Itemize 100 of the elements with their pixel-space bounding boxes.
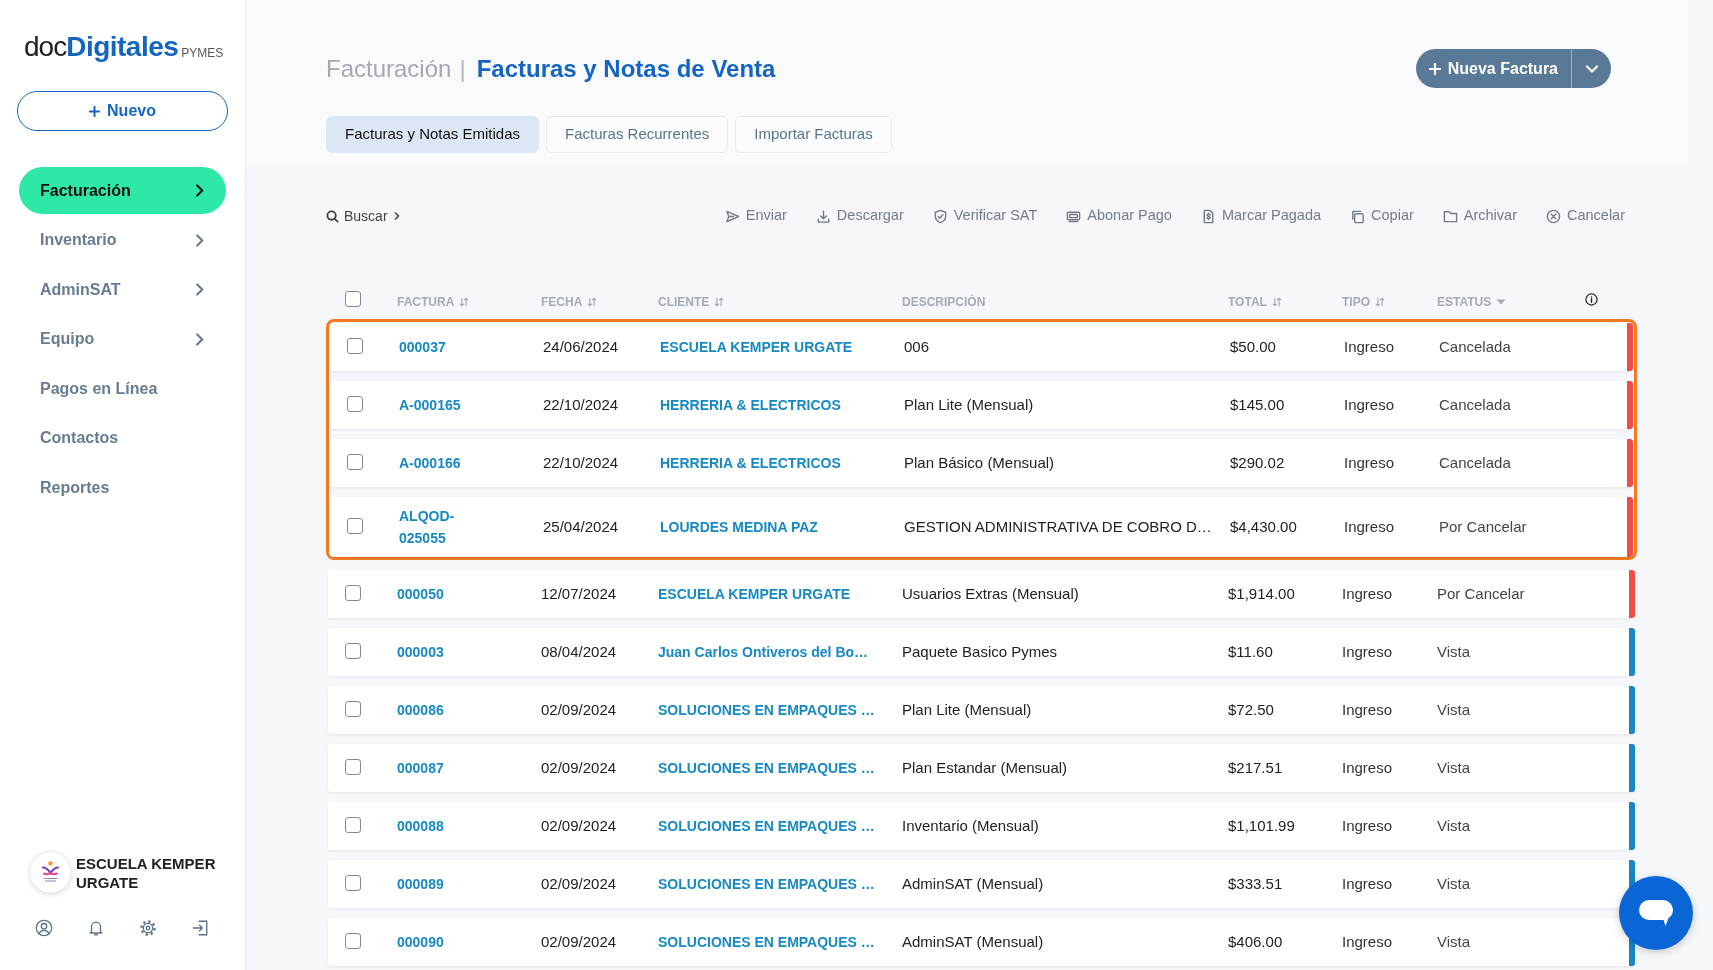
type-cell-text: Ingreso <box>1344 452 1395 473</box>
copy-button[interactable]: Copiar <box>1350 205 1414 227</box>
client-link[interactable]: HERRERIA & ELECTRICOS <box>660 394 841 416</box>
total-cell-text: $11.60 <box>1228 641 1273 662</box>
type-cell-text: Ingreso <box>1342 641 1393 662</box>
table-row[interactable]: 000088 02/09/2024 SOLUCIONES EN EMPAQUES … Inventario (Mensual) $1,101.99 Ingreso Vista <box>328 802 1635 850</box>
table-row[interactable]: A-000165 22/10/2024 HERRERIA & ELECTRICOS Plan Lite (Mensual) $145.00 Ingreso Cancelada <box>330 381 1633 429</box>
select-all-checkbox[interactable] <box>345 291 361 307</box>
description-cell-text: Plan Básico (Mensual) <box>904 452 1055 473</box>
total-cell-text: $145.00 <box>1230 394 1285 415</box>
row-checkbox[interactable] <box>345 701 361 717</box>
download-button[interactable]: Descargar <box>815 205 904 227</box>
tab[interactable]: Facturas Recurrentes <box>546 116 729 153</box>
row-checkbox[interactable] <box>345 759 361 775</box>
client-link[interactable]: LOURDES MEDINA PAZ <box>660 516 818 538</box>
mark-paid-button[interactable]: Marcar Pagada <box>1200 205 1322 227</box>
status-cell-text: Vista <box>1437 757 1471 778</box>
column-header[interactable]: TOTAL <box>1228 293 1282 311</box>
row-checkbox[interactable] <box>345 585 361 601</box>
invoice-link[interactable]: ALQOD-025055 <box>399 505 479 549</box>
bell-icon[interactable] <box>87 919 105 937</box>
type-cell-text: Ingreso <box>1342 583 1393 604</box>
nav-item[interactable]: Facturación <box>19 167 226 214</box>
row-checkbox[interactable] <box>347 338 363 354</box>
invoice-link[interactable]: 000003 <box>397 641 444 663</box>
type-cell-text: Ingreso <box>1342 699 1393 720</box>
client-link[interactable]: SOLUCIONES EN EMPAQUES … <box>658 931 875 953</box>
circle-x-icon <box>1545 208 1561 224</box>
logout-icon[interactable] <box>191 919 209 937</box>
tab[interactable]: Importar Facturas <box>735 116 892 153</box>
archive-button[interactable]: Archivar <box>1442 205 1517 227</box>
row-checkbox[interactable] <box>345 875 361 891</box>
dropdown-button[interactable] <box>1571 49 1611 88</box>
table-row[interactable]: 000050 12/07/2024 ESCUELA KEMPER URGATE Usuarios Extras (Mensual) $1,914.00 Ingreso Por Cancelar <box>328 570 1635 618</box>
type-cell-text: Ingreso <box>1342 757 1393 778</box>
column-header[interactable]: DESCRIPCIÓN <box>902 293 986 311</box>
page-title: Facturas y Notas de Venta <box>476 56 776 81</box>
nav-item[interactable]: Reportes <box>19 464 226 511</box>
column-header[interactable]: TIPO <box>1342 293 1385 311</box>
client-link[interactable]: SOLUCIONES EN EMPAQUES … <box>658 815 875 837</box>
client-link[interactable]: SOLUCIONES EN EMPAQUES … <box>658 699 875 721</box>
type-cell-text: Ingreso <box>1344 394 1395 415</box>
new-button[interactable]: Nuevo <box>17 91 228 131</box>
invoice-link[interactable]: 000090 <box>397 931 444 953</box>
nav-item[interactable]: Contactos <box>19 414 226 462</box>
description-cell-text: AdminSAT (Mensual) <box>902 931 1044 952</box>
info-icon[interactable] <box>1585 292 1598 306</box>
nav-item[interactable]: AdminSAT <box>19 266 226 313</box>
column-header[interactable]: ESTATUS <box>1437 293 1507 311</box>
chat-button[interactable] <box>1619 876 1693 950</box>
client-link[interactable]: ESCUELA KEMPER URGATE <box>660 336 853 358</box>
cancel-button[interactable]: Cancelar <box>1545 205 1625 227</box>
table-row[interactable]: 000037 24/06/2024 ESCUELA KEMPER URGATE 006 $50.00 Ingreso Cancelada <box>330 323 1633 371</box>
total-cell-text: $1,914.00 <box>1228 583 1295 604</box>
invoice-link[interactable]: 000050 <box>397 583 444 605</box>
description-cell-text: Inventario (Mensual) <box>902 815 1039 836</box>
table-row[interactable]: 000003 08/04/2024 Juan Carlos Ontiveros del Bo… Paquete Basico Pymes $11.60 Ingreso Vista <box>328 628 1635 676</box>
invoice-link[interactable]: 000086 <box>397 699 444 721</box>
invoice-link[interactable]: A-000166 <box>399 452 461 474</box>
client-link[interactable]: ESCUELA KEMPER URGATE <box>658 583 851 605</box>
invoice-link[interactable]: 000037 <box>399 336 446 358</box>
table-row[interactable]: 000089 02/09/2024 SOLUCIONES EN EMPAQUES … AdminSAT (Mensual) $333.51 Ingreso Vista <box>328 860 1635 908</box>
settings-icon[interactable] <box>139 919 157 937</box>
invoice-link[interactable]: 000087 <box>397 757 444 779</box>
table-row[interactable]: 000090 02/09/2024 SOLUCIONES EN EMPAQUES … AdminSAT (Mensual) $406.00 Ingreso Vista <box>328 918 1635 966</box>
row-checkbox[interactable] <box>347 454 363 470</box>
date-cell-text: 22/10/2024 <box>543 452 619 473</box>
client-link[interactable]: Juan Carlos Ontiveros del Bo… <box>658 641 869 663</box>
table-row[interactable]: 000087 02/09/2024 SOLUCIONES EN EMPAQUES … Plan Estandar (Mensual) $217.51 Ingreso Vista <box>328 744 1635 792</box>
new-invoice-button[interactable]: Nueva Factura <box>1415 49 1571 88</box>
client-link[interactable]: SOLUCIONES EN EMPAQUES … <box>658 757 875 779</box>
invoice-link[interactable]: A-000165 <box>399 394 461 416</box>
send-icon <box>724 208 740 224</box>
date-cell-text: 02/09/2024 <box>541 873 617 894</box>
nav-item[interactable]: Inventario <box>19 216 226 264</box>
row-checkbox[interactable] <box>345 817 361 833</box>
table-row[interactable]: 000086 02/09/2024 SOLUCIONES EN EMPAQUES … Plan Lite (Mensual) $72.50 Ingreso Vista <box>328 686 1635 734</box>
column-header[interactable]: CLIENTE <box>658 293 725 311</box>
row-checkbox[interactable] <box>347 396 363 412</box>
shield-check-icon <box>932 208 948 224</box>
client-link[interactable]: SOLUCIONES EN EMPAQUES … <box>658 873 875 895</box>
column-header[interactable]: FACTURA <box>397 293 470 311</box>
verify-button[interactable]: Verificar SAT <box>932 205 1038 227</box>
invoice-link[interactable]: 000089 <box>397 873 444 895</box>
user-icon[interactable] <box>35 919 53 937</box>
table-row[interactable]: A-000166 22/10/2024 HERRERIA & ELECTRICOS Plan Básico (Mensual) $290.02 Ingreso Cancelada <box>330 439 1633 487</box>
nav-item[interactable]: Pagos en Línea <box>19 365 226 412</box>
column-header[interactable]: FECHA <box>541 293 598 311</box>
row-checkbox[interactable] <box>347 518 363 534</box>
status-cell-text: Por Cancelar <box>1437 583 1525 604</box>
payment-button[interactable]: Abonar Pago <box>1066 205 1172 227</box>
send-button[interactable]: Enviar <box>724 205 787 227</box>
table-row[interactable]: ALQOD-025055 25/04/2024 LOURDES MEDINA PAZ GESTION ADMINISTRATIVA DE COBRO D… $4,430.00 Ingreso Por Cancelar <box>330 497 1633 557</box>
row-checkbox[interactable] <box>345 933 361 949</box>
nav-item[interactable]: Equipo <box>19 315 226 363</box>
invoice-link[interactable]: 000088 <box>397 815 444 837</box>
search-button[interactable]: Buscar <box>326 205 401 227</box>
row-checkbox[interactable] <box>345 643 361 659</box>
client-link[interactable]: HERRERIA & ELECTRICOS <box>660 452 841 474</box>
tab[interactable]: Facturas y Notas Emitidas <box>326 116 540 153</box>
